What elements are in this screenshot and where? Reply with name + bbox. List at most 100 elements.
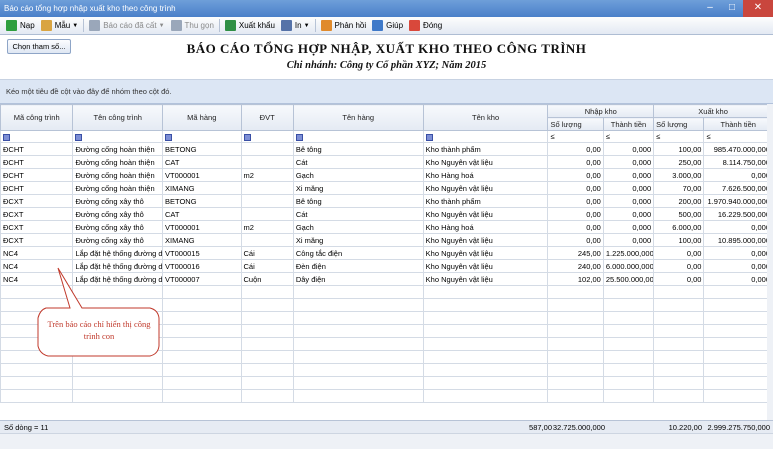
cell-ten-cong-trinh[interactable]: Lắp đặt hệ thống đường d	[72, 246, 164, 260]
table-row[interactable]: NC4 Lắp đặt hệ thống đường d VT000007 Cuộn D…	[0, 272, 773, 286]
col-group-xuat-kho[interactable]: Xuất kho	[653, 104, 773, 118]
cell-xuat-so-luong[interactable]: 200,00	[653, 194, 705, 208]
col-header-nhap-thanh-tien[interactable]: Thành tiền	[602, 117, 655, 131]
cell-ten-hang[interactable]: Gạch	[292, 220, 424, 234]
toolbar-button[interactable]: Thu gọn	[168, 18, 217, 34]
cell-ma-cong-trinh[interactable]: ĐCHT	[0, 181, 74, 195]
cell-ma-hang[interactable]: BETONG	[162, 194, 242, 208]
filter-cell[interactable]	[162, 130, 242, 143]
table-row[interactable]: ĐCXT Đường cống xây thô XIMANG Xi măng Kho N…	[0, 233, 773, 247]
cell-dvt[interactable]	[240, 194, 294, 208]
filter-cell[interactable]	[292, 130, 424, 143]
cell-nhap-thanh-tien[interactable]: 0,000	[602, 220, 655, 234]
col-header-ma-cong-trinh[interactable]: Mã công trình	[0, 104, 74, 131]
cell-ma-hang[interactable]: CAT	[162, 207, 242, 221]
cell-nhap-so-luong[interactable]: 0,00	[547, 155, 604, 169]
minimize-icon[interactable]: –	[699, 0, 721, 17]
cell-ma-cong-trinh[interactable]: ĐCXT	[0, 220, 74, 234]
horizontal-scrollbar[interactable]	[0, 433, 773, 449]
table-row[interactable]: NC4 Lắp đặt hệ thống đường d VT000015 Cái Cô…	[0, 246, 773, 260]
filter-cell[interactable]: ≤	[653, 130, 705, 143]
col-header-ma-hang[interactable]: Mã hàng	[162, 104, 242, 131]
cell-ma-hang[interactable]: XIMANG	[162, 181, 242, 195]
cell-xuat-thanh-tien[interactable]: 1.970.940.000,000	[703, 194, 773, 208]
cell-ten-kho[interactable]: Kho Nguyên vật liệu	[422, 272, 549, 286]
cell-nhap-thanh-tien[interactable]: 0,000	[602, 168, 655, 182]
cell-ten-kho[interactable]: Kho Nguyên vật liệu	[422, 246, 549, 260]
cell-ten-kho[interactable]: Kho Nguyên vật liệu	[422, 259, 549, 273]
col-header-ten-cong-trinh[interactable]: Tên công trình	[72, 104, 164, 131]
table-row[interactable]: ĐCXT Đường cống xây thô VT000001 m2 Gạch Kho …	[0, 220, 773, 234]
cell-ten-hang[interactable]: Bê tông	[292, 194, 424, 208]
filter-cell[interactable]	[422, 130, 549, 143]
cell-ma-hang[interactable]: BETONG	[162, 142, 242, 156]
cell-nhap-thanh-tien[interactable]: 25.500.000,000	[602, 272, 655, 286]
filter-cell[interactable]	[0, 130, 74, 143]
cell-xuat-so-luong[interactable]: 0,00	[653, 246, 705, 260]
cell-nhap-thanh-tien[interactable]: 0,000	[602, 207, 655, 221]
cell-ten-cong-trinh[interactable]: Lắp đặt hệ thống đường d	[72, 259, 164, 273]
cell-ten-hang[interactable]: Cát	[292, 155, 424, 169]
toolbar-button[interactable]: Đóng	[406, 18, 445, 34]
cell-ten-cong-trinh[interactable]: Đường cống xây thô	[72, 233, 164, 247]
cell-ten-cong-trinh[interactable]: Lắp đặt hệ thống đường d	[72, 272, 164, 286]
cell-ma-cong-trinh[interactable]: ĐCXT	[0, 194, 74, 208]
cell-nhap-thanh-tien[interactable]: 0,000	[602, 155, 655, 169]
cell-nhap-so-luong[interactable]: 0,00	[547, 220, 604, 234]
col-header-ten-hang[interactable]: Tên hàng	[292, 104, 424, 131]
cell-nhap-thanh-tien[interactable]: 1.225.000,000	[602, 246, 655, 260]
col-header-ten-kho[interactable]: Tên kho	[422, 104, 549, 131]
cell-dvt[interactable]	[240, 181, 294, 195]
cell-xuat-so-luong[interactable]: 3.000,00	[653, 168, 705, 182]
cell-ma-cong-trinh[interactable]: ĐCHT	[0, 155, 74, 169]
cell-ten-hang[interactable]: Đèn điện	[292, 259, 424, 273]
cell-ten-kho[interactable]: Kho Hàng hoá	[422, 220, 549, 234]
cell-ten-cong-trinh[interactable]: Đường cống hoàn thiện	[72, 181, 164, 195]
cell-ma-cong-trinh[interactable]: NC4	[0, 259, 74, 273]
table-row[interactable]: NC4 Lắp đặt hệ thống đường d VT000016 Cái Đè…	[0, 259, 773, 273]
toolbar-button[interactable]: Nạp	[3, 18, 38, 34]
cell-xuat-thanh-tien[interactable]: 0,000	[703, 246, 773, 260]
cell-dvt[interactable]: Cuộn	[240, 272, 294, 286]
cell-ten-kho[interactable]: Kho thành phẩm	[422, 142, 549, 156]
cell-dvt[interactable]	[240, 155, 294, 169]
cell-xuat-so-luong[interactable]: 0,00	[653, 272, 705, 286]
cell-ten-cong-trinh[interactable]: Đường cống xây thô	[72, 220, 164, 234]
cell-nhap-so-luong[interactable]: 0,00	[547, 207, 604, 221]
table-row[interactable]: ĐCHT Đường cống hoàn thiện VT000001 m2 Gạch K…	[0, 168, 773, 182]
col-header-dvt[interactable]: ĐVT	[240, 104, 294, 131]
cell-xuat-thanh-tien[interactable]: 985.470.000,000	[703, 142, 773, 156]
cell-ma-cong-trinh[interactable]: ĐCXT	[0, 207, 74, 221]
filter-cell[interactable]	[240, 130, 294, 143]
table-row[interactable]: ĐCHT Đường cống hoàn thiện XIMANG Xi măng Kh…	[0, 181, 773, 195]
cell-ten-hang[interactable]: Cát	[292, 207, 424, 221]
cell-nhap-thanh-tien[interactable]: 6.000.000,000	[602, 259, 655, 273]
cell-ma-hang[interactable]: VT000016	[162, 259, 242, 273]
cell-nhap-so-luong[interactable]: 0,00	[547, 168, 604, 182]
col-header-xuat-so-luong[interactable]: Số lượng	[653, 117, 705, 131]
cell-xuat-so-luong[interactable]: 100,00	[653, 233, 705, 247]
cell-ten-cong-trinh[interactable]: Đường cống xây thô	[72, 194, 164, 208]
cell-ten-hang[interactable]: Xi măng	[292, 233, 424, 247]
cell-ma-cong-trinh[interactable]: NC4	[0, 272, 74, 286]
toolbar-button[interactable]: Xuất khẩu	[222, 18, 278, 34]
table-row[interactable]: ĐCXT Đường cống xây thô BETONG Bê tông Kho t…	[0, 194, 773, 208]
cell-dvt[interactable]	[240, 142, 294, 156]
cell-xuat-thanh-tien[interactable]: 0,000	[703, 220, 773, 234]
table-row[interactable]: ĐCHT Đường cống hoàn thiện BETONG Bê tông Kh…	[0, 142, 773, 156]
cell-nhap-thanh-tien[interactable]: 0,000	[602, 142, 655, 156]
filter-cell[interactable]: ≤	[703, 130, 773, 143]
cell-dvt[interactable]	[240, 207, 294, 221]
cell-xuat-thanh-tien[interactable]: 0,000	[703, 259, 773, 273]
cell-ma-cong-trinh[interactable]: ĐCHT	[0, 142, 74, 156]
cell-dvt[interactable]: Cái	[240, 246, 294, 260]
table-row[interactable]: ĐCHT Đường cống hoàn thiện CAT Cát Kho Nguyê…	[0, 155, 773, 169]
filter-cell[interactable]: ≤	[602, 130, 655, 143]
cell-dvt[interactable]: Cái	[240, 259, 294, 273]
toolbar-button[interactable]: Phản hồi	[318, 18, 370, 34]
cell-xuat-thanh-tien[interactable]: 16.229.500,000	[703, 207, 773, 221]
cell-dvt[interactable]: m2	[240, 220, 294, 234]
cell-ten-kho[interactable]: Kho thành phẩm	[422, 194, 549, 208]
cell-ma-hang[interactable]: XIMANG	[162, 233, 242, 247]
toolbar-button[interactable]: In ▼	[278, 18, 313, 34]
